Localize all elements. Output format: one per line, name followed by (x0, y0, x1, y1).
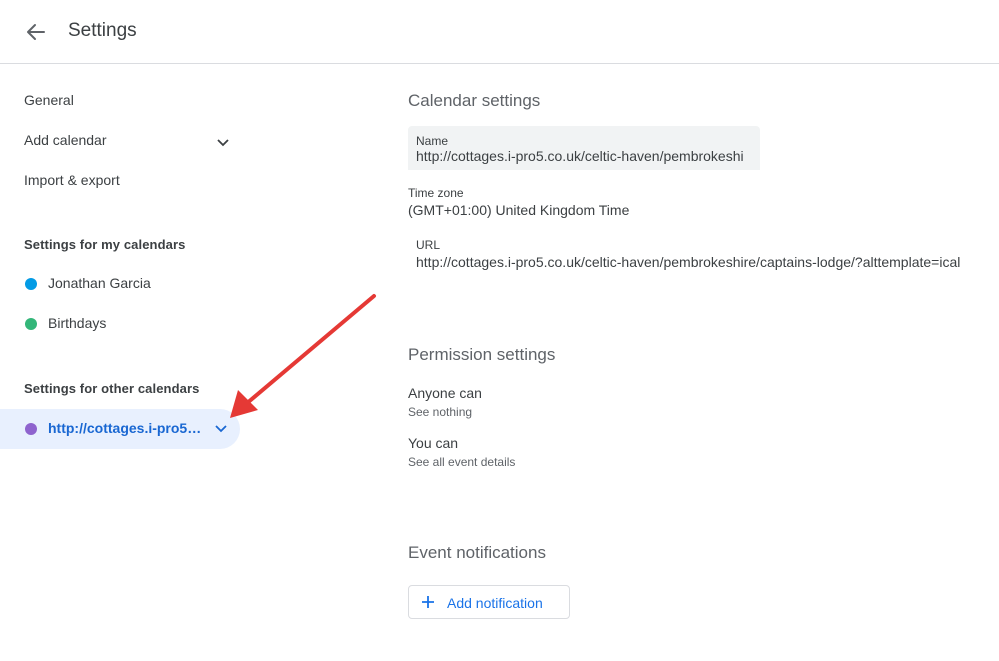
anyone-can-value: See nothing (408, 405, 473, 419)
calendar-settings-heading: Calendar settings (408, 91, 541, 110)
timezone-value[interactable]: (GMT+01:00) United Kingdom Time (408, 202, 629, 218)
calendar-color-dot (25, 423, 37, 435)
sidebar-item-import-export[interactable]: Import & export (24, 172, 120, 192)
url-value: http://cottages.i-pro5.co.uk/celtic-have… (416, 254, 961, 270)
anyone-can-title: Anyone can (408, 385, 482, 401)
calendar-label: http://cottages.i-pro5.co.uk/celtic-have… (48, 420, 203, 436)
back-button[interactable] (20, 16, 52, 48)
url-label: URL (416, 238, 441, 252)
other-calendars-heading: Settings for other calendars (24, 381, 200, 396)
you-can-value: See all event details (408, 455, 516, 469)
add-notification-label: Add notification (447, 595, 543, 611)
app-header: Settings (0, 0, 999, 64)
settings-sidebar: General Add calendar Import & export Set… (0, 64, 245, 661)
arrow-back-icon (27, 24, 45, 40)
calendar-label: Birthdays (48, 315, 107, 331)
timezone-label: Time zone (408, 186, 464, 200)
sidebar-item-my-calendar[interactable]: Jonathan Garcia (0, 264, 240, 304)
you-can-title: You can (408, 435, 459, 451)
calendar-color-dot (25, 278, 37, 290)
permission-settings-heading: Permission settings (408, 345, 556, 364)
plus-icon (422, 596, 434, 608)
chevron-down-icon (217, 139, 229, 147)
calendar-color-dot (25, 318, 37, 330)
sidebar-item-label: Add calendar (24, 132, 107, 148)
sidebar-item-birthdays[interactable]: Birthdays (0, 304, 240, 344)
chevron-down-icon[interactable] (214, 421, 228, 437)
name-label: Name (416, 134, 449, 148)
add-notification-button[interactable]: Add notification (408, 585, 570, 619)
sidebar-item-other-calendar[interactable]: http://cottages.i-pro5.co.uk/celtic-have… (0, 409, 240, 449)
page-title: Settings (68, 20, 137, 41)
event-notifications-heading: Event notifications (408, 543, 546, 562)
sidebar-item-add-calendar[interactable]: Add calendar (24, 132, 234, 152)
name-value: http://cottages.i-pro5.co.uk/celtic-have… (416, 148, 744, 164)
my-calendars-heading: Settings for my calendars (24, 237, 186, 252)
calendar-name-field[interactable]: Name http://cottages.i-pro5.co.uk/celtic… (408, 126, 760, 170)
sidebar-item-general[interactable]: General (24, 92, 74, 112)
calendar-label: Jonathan Garcia (48, 275, 151, 291)
